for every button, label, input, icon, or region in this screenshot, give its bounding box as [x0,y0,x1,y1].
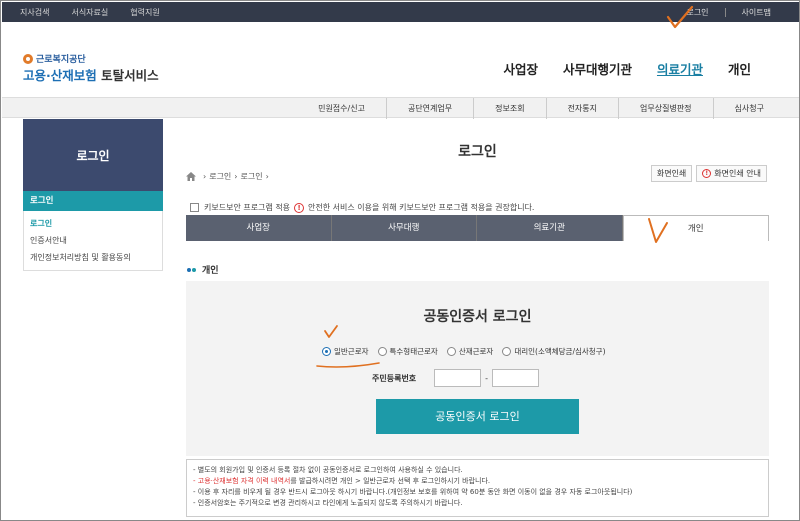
cert-login-button[interactable]: 공동인증서 로그인 [376,399,579,434]
sub-nav: 민원접수/신고 공단연계업무 정보조회 전자통지 업무상질병판정 심사청구 [2,97,799,119]
login-type-tabs: 사업장 사무대행 의료기관 개인 [186,215,769,241]
keyboard-security-checkbox[interactable] [190,203,199,212]
cert-login-box: 공동인증서 로그인 일반근로자 특수형태근로자 산재근로자 대리인(소액체당금/… [186,281,769,456]
qualification-history-link[interactable]: - 고용·산재보험 자격 이력 내역서 [193,477,290,485]
cooperation-support-link[interactable]: 협력지원 [130,7,159,18]
side-item-login[interactable]: 로그인 [24,215,162,232]
page-frame: 지사검색 서식자료실 협력지원 로그인 사이트맵 근로복지공단 고용·산재보험 … [0,0,800,521]
print-button-label: 화면인쇄 [656,169,687,178]
keyboard-security-label: 키보드보안 프로그램 적용 [204,203,291,212]
resident-number-back-input[interactable] [492,369,540,387]
nav-business[interactable]: 사업장 [503,59,538,78]
resident-number-row: 주민등록번호 - [372,369,540,387]
subnav-disease[interactable]: 업무상질병판정 [618,98,713,119]
radio-checked-icon [322,347,331,356]
service-name-dark: 토탈서비스 [96,68,159,83]
bullet-dots-icon [187,267,197,272]
nav-personal[interactable]: 개인 [728,59,751,78]
radio-label: 대리인(소액체당금/심사청구) [514,347,606,356]
subnav-notice[interactable]: 전자통지 [545,98,618,119]
checkmark-annotation-icon [648,218,668,243]
agency-logo-icon [23,53,33,64]
info-line: - 별도의 회원가입 및 인증서 등록 절차 없이 공동인증서로 로그인하여 사… [193,466,463,474]
keyboard-security-notice: 키보드보안 프로그램 적용 ! 안전한 서비스 이용을 위해 키보드보안 프로그… [190,202,534,213]
underline-annotation-icon [316,362,380,368]
section-title-text: 개인 [202,266,219,276]
tab-personal[interactable]: 개인 [622,215,769,241]
agency-logo[interactable]: 근로복지공단 [23,52,86,65]
side-menu-list: 로그인 인증서안내 개인정보처리방침 및 활용동의 [23,211,163,271]
service-logo[interactable]: 고용·산재보험 토탈서비스 [23,65,159,84]
subnav-info[interactable]: 정보조회 [473,98,545,119]
info-line-rest: 를 발급하시려면 개인 > 일반근로자 선택 후 로그인하시기 바랍니다. [290,477,491,485]
home-icon[interactable] [186,172,196,181]
worker-type-radios: 일반근로자 특수형태근로자 산재근로자 대리인(소액체당금/심사청구) [322,346,615,357]
keyboard-security-text: 안전한 서비스 이용을 위해 키보드보안 프로그램 적용을 권장합니다. [308,203,535,212]
side-item-privacy[interactable]: 개인정보처리방침 및 활용동의 [24,249,162,266]
resident-number-label: 주민등록번호 [372,373,417,383]
breadcrumb: › 로그인 › 로그인 › [186,171,272,182]
radio-label: 일반근로자 [334,347,369,356]
print-button[interactable]: 화면인쇄 [650,165,693,182]
subnav-linked[interactable]: 공단연계업무 [385,98,473,119]
agency-name: 근로복지공단 [36,55,86,65]
print-guide-label: 화면인쇄 안내 [714,169,761,178]
radio-injured-worker[interactable]: 산재근로자 [446,346,494,357]
tab-agency[interactable]: 사무대행 [331,215,477,241]
print-buttons: 화면인쇄 ! 화면인쇄 안내 [647,165,767,182]
radio-icon [502,347,512,356]
cert-login-title: 공동인증서 로그인 [423,309,532,325]
radio-general-worker[interactable]: 일반근로자 [322,346,369,357]
forms-library-link[interactable]: 서식자료실 [71,7,108,18]
print-guide-button[interactable]: ! 화면인쇄 안내 [696,165,767,182]
side-menu-active[interactable]: 로그인 [23,191,163,211]
page-title: 로그인 [458,144,497,160]
chevron-right-icon: › [203,172,207,181]
tab-medical[interactable]: 의료기관 [477,215,623,241]
branch-search-link[interactable]: 지사검색 [20,7,49,18]
warning-icon: ! [294,202,305,213]
tab-business[interactable]: 사업장 [186,215,332,241]
chevron-right-icon: › [265,172,269,181]
service-name-colored: 고용·산재보험 [23,68,97,83]
radio-special-worker[interactable]: 특수형태근로자 [377,346,438,357]
radio-label: 산재근로자 [458,347,494,356]
breadcrumb-item[interactable]: 로그인 [241,171,263,182]
radio-agent[interactable]: 대리인(소액체당금/심사청구) [502,346,606,357]
checkmark-annotation-icon [324,325,338,338]
dash: - [485,373,489,383]
resident-number-front-input[interactable] [434,369,482,387]
subnav-review[interactable]: 심사청구 [712,98,785,119]
radio-label: 특수형태근로자 [389,347,438,356]
nav-agency[interactable]: 사무대행기관 [563,59,632,78]
divider [724,7,726,17]
subnav-civil[interactable]: 민원접수/신고 [297,98,386,119]
side-item-cert-guide[interactable]: 인증서안내 [24,232,162,249]
login-info-box: - 별도의 회원가입 및 인증서 등록 절차 없이 공동인증서로 로그인하여 사… [186,459,769,517]
sitemap-link[interactable]: 사이트맵 [742,7,771,18]
radio-icon [446,347,456,356]
info-line: - 인증서암호는 주기적으로 변경 관리하시고 타인에게 노출되지 않도록 주의… [193,499,463,507]
main-nav: 사업장 사무대행기관 의료기관 개인 [478,59,751,78]
section-title: 개인 [187,263,219,276]
checkmark-annotation-icon [666,5,694,29]
side-menu-title: 로그인 [23,119,163,191]
info-line: - 이용 후 자리를 비우게 될 경우 반드시 로그아웃 하시기 바랍니다.(개… [193,488,633,496]
radio-icon [377,347,387,356]
chevron-right-icon: › [234,172,238,181]
info-icon: ! [702,169,712,178]
breadcrumb-item[interactable]: 로그인 [209,171,231,182]
nav-medical[interactable]: 의료기관 [657,59,703,78]
info-line: - 고용·산재보험 자격 이력 내역서를 발급하시려면 개인 > 일반근로자 선… [193,476,762,487]
